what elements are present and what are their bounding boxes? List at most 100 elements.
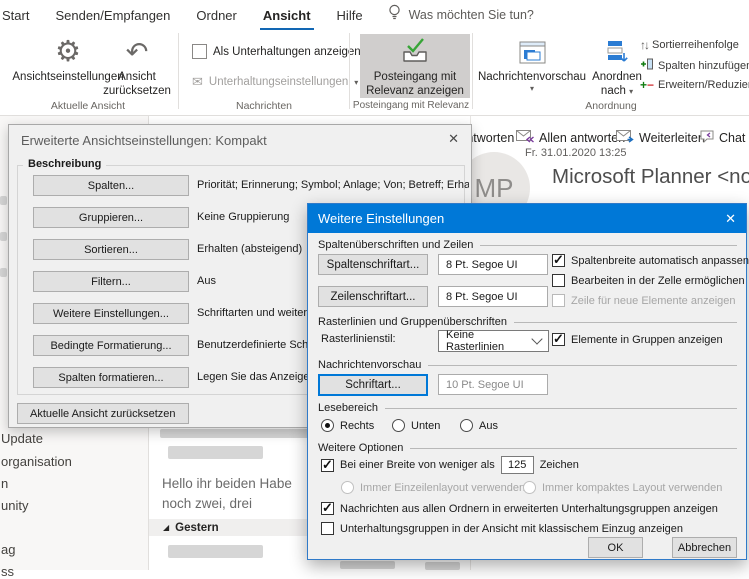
checkbox-disabled	[552, 294, 565, 307]
forward-envelope-icon	[616, 130, 635, 146]
add-columns-button[interactable]: Spalten hinzufügen	[640, 58, 749, 73]
inline-edit-option[interactable]: Bearbeiten in der Zelle ermöglichen	[552, 274, 745, 287]
reply-all-envelope-icon	[516, 130, 535, 146]
conditional-formatting-button[interactable]: Bedingte Formatierung...	[33, 335, 189, 356]
radio-unselected[interactable]	[392, 419, 405, 432]
message-preview-line[interactable]: Hello ihr beiden Habe	[162, 476, 292, 491]
menu-tab-ansicht[interactable]: Ansicht	[250, 8, 324, 31]
checkbox-checked[interactable]	[552, 252, 565, 268]
ribbon-separator	[472, 33, 473, 109]
menu-tab-hilfe[interactable]: Hilfe	[324, 8, 376, 23]
columns-button[interactable]: Spalten...	[33, 175, 189, 196]
folder-item[interactable]: Update	[1, 431, 43, 446]
show-as-conversations-toggle[interactable]: Als Unterhaltungen anzeigen	[192, 44, 361, 59]
reply-all-button[interactable]: Allen antworten	[516, 130, 625, 146]
column-font-value[interactable]: 8 Pt. Segoe UI	[438, 254, 548, 275]
message-preview-button[interactable]: Nachrichtenvorschau ▾	[478, 34, 586, 93]
format-columns-button[interactable]: Spalten formatieren...	[33, 367, 189, 388]
redacted-message-text	[340, 561, 395, 569]
outlook-window: Start Senden/Empfangen Ordner Ansicht Hi…	[0, 0, 749, 579]
close-icon[interactable]: ✕	[448, 131, 459, 147]
redacted-folder-text	[0, 268, 7, 277]
checkbox-unchecked[interactable]	[552, 274, 565, 287]
focused-inbox-button[interactable]: Posteingang mit Relevanz anzeigen	[360, 34, 470, 98]
conversation-settings-label: Unterhaltungseinstellungen	[208, 76, 349, 88]
ribbon-group-aktuelle-ansicht: Aktuelle Ansicht	[50, 100, 126, 112]
expand-collapse-button[interactable]: +− Erweitern/Reduzieren	[640, 78, 749, 92]
row-font-button[interactable]: Zeilenschriftart...	[318, 286, 428, 307]
single-line-layout-option: Immer Einzeilenlayout verwenden	[341, 481, 525, 494]
width-threshold-option[interactable]: Bei einer Breite von weniger als 125 Zei…	[321, 456, 579, 474]
folder-item[interactable]: ss	[1, 564, 14, 579]
conversations-checkbox[interactable]	[192, 44, 207, 59]
folder-item[interactable]: ag	[1, 542, 15, 557]
reset-current-view-button[interactable]: Aktuelle Ansicht zurücksetzen	[17, 403, 189, 424]
undo-arrow-icon: ↶	[125, 36, 149, 67]
close-icon[interactable]: ✕	[725, 211, 736, 227]
width-value-input[interactable]: 125	[500, 456, 534, 474]
group-expanded-icon[interactable]: ◢	[163, 523, 169, 532]
focused-inbox-label: Posteingang mit Relevanz anzeigen	[366, 71, 464, 97]
gridline-style-dropdown[interactable]: Keine Rasterlinien	[438, 329, 549, 353]
filter-button[interactable]: Filtern...	[33, 271, 189, 292]
preview-font-value[interactable]: 10 Pt. Segoe UI	[438, 374, 548, 395]
all-folders-conversations-option[interactable]: Nachrichten aus allen Ordnern in erweite…	[321, 500, 718, 516]
column-font-button[interactable]: Spaltenschriftart...	[318, 254, 428, 275]
message-sender[interactable]: Microsoft Planner <noreply	[552, 165, 749, 189]
sort-arrows-icon: ↑↓	[640, 38, 650, 52]
autosize-columns-option[interactable]: Spaltenbreite automatisch anpassen	[552, 252, 749, 268]
columns-description: Priorität; Erinnerung; Symbol; Anlage; V…	[197, 179, 469, 191]
show-in-groups-option[interactable]: Elemente in Gruppen anzeigen	[552, 331, 723, 347]
section-column-headings: Spaltenüberschriften und Zeilen	[318, 239, 737, 251]
dialog-title: Erweiterte Ansichtseinstellungen: Kompak…	[21, 133, 267, 148]
row-font-value[interactable]: 8 Pt. Segoe UI	[438, 286, 548, 307]
reading-pane-off-option[interactable]: Aus	[460, 419, 498, 432]
section-gridlines: Rasterlinien und Gruppenüberschriften	[318, 316, 737, 328]
conversation-settings-button: ✉ Unterhaltungseinstellungen ▾	[192, 74, 358, 90]
chat-button[interactable]: Chat	[700, 130, 745, 146]
checkbox-checked[interactable]	[321, 457, 334, 473]
expand-collapse-label: Erweitern/Reduzieren	[658, 79, 749, 91]
ribbon-group-anordnung: Anordnung	[585, 100, 637, 112]
forward-button[interactable]: Weiterleiten	[616, 130, 705, 146]
menu-tab-ordner[interactable]: Ordner	[183, 8, 249, 23]
ribbon-group-nachrichten: Nachrichten	[235, 100, 293, 112]
message-preview-icon	[519, 34, 546, 70]
checkbox-checked[interactable]	[552, 331, 565, 347]
folder-item[interactable]: unity	[1, 498, 28, 513]
ribbon: ⚙ Ansichtseinstellungen ↶ Ansicht zurück…	[0, 30, 749, 116]
radio-selected[interactable]	[321, 419, 334, 432]
group-header-label: Gestern	[175, 521, 219, 534]
folder-item[interactable]: organisation	[1, 454, 72, 469]
group-by-button[interactable]: Gruppieren...	[33, 207, 189, 228]
sort-order-button[interactable]: ↑↓ Sortierreihenfolge	[640, 38, 739, 52]
message-preview-line[interactable]: noch zwei, drei	[162, 496, 252, 511]
arrange-by-label: Anordnen nach ▾	[592, 71, 642, 97]
cancel-button[interactable]: Abbrechen	[672, 537, 737, 558]
ok-button[interactable]: OK	[588, 537, 643, 558]
reading-pane-bottom-option[interactable]: Unten	[392, 419, 440, 432]
arrange-by-button[interactable]: Anordnen nach ▾	[588, 34, 646, 99]
dialog-title-bar[interactable]: Weitere Einstellungen ✕	[308, 204, 746, 233]
lightbulb-icon	[388, 4, 401, 26]
sort-button[interactable]: Sortieren...	[33, 239, 189, 260]
reading-pane-right-option[interactable]: Rechts	[321, 419, 374, 432]
checkbox-checked[interactable]	[321, 500, 334, 516]
checkbox-unchecked[interactable]	[321, 522, 334, 535]
menu-tab-start[interactable]: Start	[0, 8, 42, 23]
folder-item[interactable]: n	[1, 476, 8, 491]
radio-unselected[interactable]	[460, 419, 473, 432]
tell-me-search[interactable]: Was möchten Sie tun?	[388, 4, 534, 26]
chevron-down-icon: ▾	[529, 84, 534, 93]
classic-indent-option[interactable]: Unterhaltungsgruppen in der Ansicht mit …	[321, 522, 683, 535]
menu-bar: Start Senden/Empfangen Ordner Ansicht Hi…	[0, 0, 749, 31]
menu-tab-senden-empfangen[interactable]: Senden/Empfangen	[42, 8, 183, 23]
ribbon-separator	[349, 33, 350, 109]
avatar-initials: MP	[474, 172, 514, 203]
other-settings-button[interactable]: Weitere Einstellungen...	[33, 303, 189, 324]
reset-view-button[interactable]: ↶ Ansicht zurücksetzen	[96, 34, 178, 98]
redacted-folder-text	[0, 232, 7, 241]
preview-font-button[interactable]: Schriftart...	[318, 374, 428, 396]
redacted-message-sender	[168, 545, 263, 558]
add-columns-icon	[640, 58, 654, 73]
